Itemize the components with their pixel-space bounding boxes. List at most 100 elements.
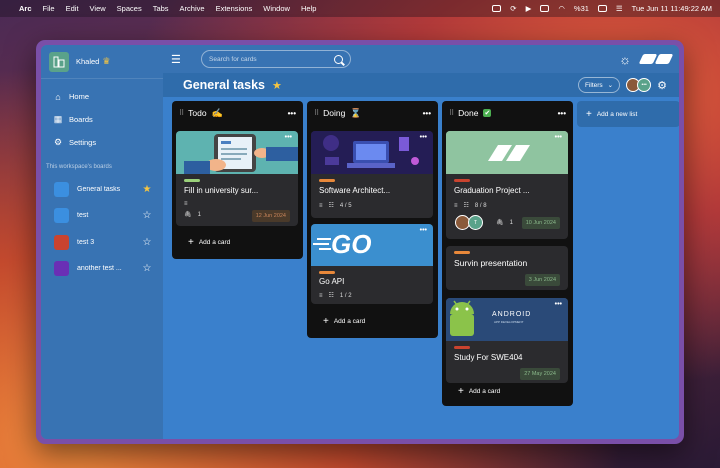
- menu-edit[interactable]: Edit: [66, 4, 79, 13]
- drag-handle-icon[interactable]: ⠿: [179, 109, 184, 117]
- menu-window[interactable]: Window: [263, 4, 290, 13]
- android-logo-text: ANDROID: [492, 311, 532, 318]
- menu-view[interactable]: View: [90, 4, 106, 13]
- card-cover-image: [311, 131, 433, 174]
- drag-handle-icon[interactable]: ⠿: [449, 109, 454, 117]
- sidebar-board-general-tasks[interactable]: General tasks ★: [41, 176, 163, 203]
- star-outline-icon[interactable]: ☆: [141, 237, 153, 248]
- checklist-icon: ☷: [328, 203, 334, 209]
- card-survin-presentation[interactable]: Survin presentation 3 Jun 2024: [446, 246, 568, 290]
- wifi-icon[interactable]: ◠: [558, 4, 565, 13]
- play-icon[interactable]: ▶: [526, 4, 532, 13]
- menu-spaces[interactable]: Spaces: [117, 4, 142, 13]
- card-menu-icon[interactable]: •••: [285, 134, 292, 141]
- writing-hand-icon: ✍: [211, 107, 223, 118]
- star-filled-icon[interactable]: ★: [141, 184, 153, 195]
- add-list-button[interactable]: + Add a new list: [577, 101, 679, 127]
- card-badges: ≡ ☷ 8 / 8: [454, 202, 487, 210]
- card-title: Graduation Project ...: [454, 186, 530, 195]
- menu-toggle-icon[interactable]: ☰: [171, 53, 187, 66]
- list-menu-icon[interactable]: •••: [288, 109, 296, 118]
- sidebar-board-another-test[interactable]: another test ... ☆: [41, 256, 163, 283]
- add-card-button[interactable]: + Add a card: [323, 316, 365, 327]
- control-center-icon[interactable]: ☰: [616, 4, 623, 13]
- boards-icon: ▦: [53, 114, 63, 124]
- theme-toggle-sun-icon[interactable]: ☼: [619, 52, 631, 67]
- plus-icon: +: [188, 237, 194, 248]
- card-label: [319, 179, 335, 182]
- add-card-label: Add a card: [333, 318, 366, 325]
- workspace-header[interactable]: Khaled ♛: [41, 45, 163, 79]
- menu-extensions[interactable]: Extensions: [216, 4, 253, 13]
- chevron-down-icon: ⌄: [607, 82, 614, 89]
- card-fill-survey[interactable]: ••• Fill in university sur... ≡ 🖇 1 12 J…: [176, 131, 298, 226]
- card-member-avatar[interactable]: T: [468, 215, 483, 230]
- star-outline-icon[interactable]: ☆: [141, 263, 153, 274]
- checklist-count: 4 / 5: [339, 202, 352, 209]
- list-header[interactable]: ⠿ Todo ✍ •••: [172, 101, 303, 125]
- plus-icon: +: [586, 108, 592, 120]
- search-icon[interactable]: [334, 54, 343, 64]
- menu-help[interactable]: Help: [301, 4, 316, 13]
- list-header[interactable]: ⠿ Doing ⌛ •••: [307, 101, 438, 125]
- card-graduation-project[interactable]: ••• Graduation Project ... ≡ ☷ 8 / 8 T 🖇…: [446, 131, 568, 239]
- due-date-badge: 27 May 2024: [520, 368, 560, 380]
- due-date-badge: 3 Jun 2024: [524, 274, 560, 286]
- app-logo-icon[interactable]: [638, 54, 674, 64]
- card-title: Go API: [319, 277, 345, 286]
- card-menu-icon[interactable]: •••: [420, 227, 427, 234]
- plus-icon: +: [458, 386, 464, 397]
- list-menu-icon[interactable]: •••: [423, 109, 431, 118]
- nav-boards[interactable]: ▦ Boards: [41, 108, 163, 131]
- list-title[interactable]: Done: [458, 108, 478, 118]
- star-filled-icon[interactable]: ★: [272, 79, 282, 92]
- sidebar: Khaled ♛ ⌂ Home ▦ Boards ⚙ Settings This…: [41, 45, 163, 439]
- menubar-clock[interactable]: Tue Jun 11 11:49:22 AM: [632, 4, 712, 13]
- board-title[interactable]: General tasks: [183, 78, 265, 92]
- card-title: Software Architect...: [319, 186, 391, 195]
- battery-percent[interactable]: %31: [574, 4, 589, 13]
- card-go-api[interactable]: GO ••• Go API ≡ ☷ 1 / 2: [311, 224, 433, 304]
- add-card-button[interactable]: + Add a card: [458, 386, 500, 397]
- filters-button[interactable]: Filters ⌄: [577, 77, 621, 93]
- board-members[interactable]: •••: [626, 78, 652, 92]
- screen-icon[interactable]: [492, 5, 502, 12]
- more-members-icon[interactable]: •••: [637, 78, 652, 92]
- add-card-button[interactable]: + Add a card: [188, 237, 230, 248]
- list-header[interactable]: ⠿ Done ✔ •••: [442, 101, 573, 125]
- list-doing: ⠿ Doing ⌛ ••• ••• Software Architect... …: [307, 101, 438, 338]
- menu-file[interactable]: File: [43, 4, 55, 13]
- add-card-label: Add a card: [198, 239, 231, 246]
- card-label: [454, 179, 470, 182]
- drag-handle-icon[interactable]: ⠿: [314, 109, 319, 117]
- sidebar-board-test[interactable]: test ☆: [41, 203, 163, 230]
- nav-home[interactable]: ⌂ Home: [41, 85, 163, 108]
- nav-settings[interactable]: ⚙ Settings: [41, 131, 163, 154]
- card-study-swe404[interactable]: ANDROID APP DEVELOPMENT ••• Study For SW…: [446, 298, 568, 383]
- menu-tabs[interactable]: Tabs: [153, 4, 169, 13]
- card-menu-icon[interactable]: •••: [420, 134, 427, 141]
- board-name: test: [77, 212, 89, 220]
- list-title[interactable]: Todo: [188, 108, 206, 118]
- keyboard-icon[interactable]: [540, 5, 550, 12]
- card-software-architecture[interactable]: ••• Software Architect... ≡ ☷ 4 / 5: [311, 131, 433, 218]
- card-menu-icon[interactable]: •••: [555, 134, 562, 141]
- checklist-icon: ☷: [463, 203, 469, 209]
- search-input[interactable]: Search for cards: [201, 50, 351, 68]
- sync-icon[interactable]: ⟳: [510, 4, 516, 13]
- sidebar-board-test-3[interactable]: test 3 ☆: [41, 229, 163, 256]
- card-menu-icon[interactable]: •••: [555, 301, 562, 308]
- menu-app-name[interactable]: Arc: [19, 4, 32, 13]
- description-icon: ≡: [319, 292, 323, 299]
- add-card-label: Add a card: [468, 388, 501, 395]
- list-title[interactable]: Doing: [323, 108, 345, 118]
- board-settings-gear-icon[interactable]: ⚙: [657, 79, 667, 92]
- board-color-swatch: [54, 261, 69, 277]
- check-mark-icon: ✔: [483, 109, 492, 117]
- menu-archive[interactable]: Archive: [180, 4, 205, 13]
- add-list-label: Add a new list: [596, 110, 638, 118]
- list-menu-icon[interactable]: •••: [558, 109, 566, 118]
- star-outline-icon[interactable]: ☆: [141, 210, 153, 221]
- card-cover-image: [446, 131, 568, 174]
- home-icon: ⌂: [55, 91, 61, 102]
